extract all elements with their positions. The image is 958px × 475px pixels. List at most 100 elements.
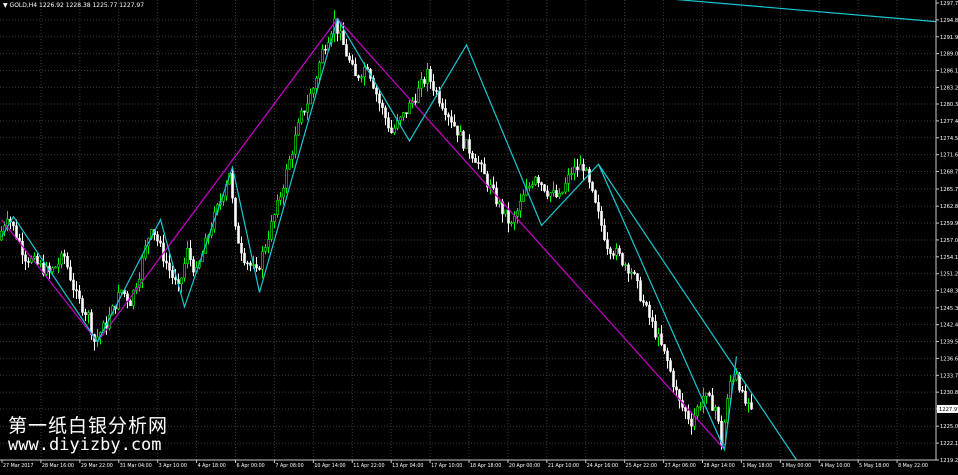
price-tick-label: 1294.80 [940, 18, 958, 24]
candle-body [576, 166, 579, 171]
price-tick-label: 1297.70 [940, 1, 958, 7]
candle-body [318, 62, 321, 79]
candle-body [621, 253, 624, 266]
candle-body [315, 77, 318, 89]
price-tick-label: 1254.10 [940, 255, 958, 261]
candle-body [69, 266, 72, 281]
time-tick-label: 13 Apr 04:00 [392, 463, 423, 469]
candle-body [570, 173, 573, 176]
collapse-triangle-icon[interactable]: ▼ [3, 2, 8, 9]
candle-body [426, 69, 429, 84]
candle-body [279, 196, 282, 201]
chart-canvas[interactable]: 1297.70 1294.80 1291.90 1289.00 1286.10 1283.… [0, 0, 958, 471]
price-chart[interactable]: 1297.70 1294.80 1291.90 1289.00 1286.10 1283.… [0, 0, 958, 471]
candle-body [363, 66, 366, 78]
candle-body [747, 402, 750, 404]
candle-body [672, 370, 675, 388]
candle-body [417, 87, 420, 103]
candle-body [81, 298, 84, 313]
candle-body [657, 333, 660, 338]
candle-body [291, 153, 294, 160]
time-tick-label: 3 Apr 10:00 [159, 463, 187, 469]
candle-body [468, 139, 471, 154]
candle-body [516, 210, 519, 217]
candle-body [531, 184, 534, 187]
candle-body [345, 44, 348, 57]
candle-body [168, 262, 171, 271]
candle-body [360, 76, 363, 79]
price-tick-label: 1277.45 [940, 119, 958, 125]
candle-body [735, 373, 738, 381]
time-tick-label: 18 Apr 18:00 [470, 463, 501, 469]
time-tick-label: 8 May 22:00 [898, 463, 928, 469]
candle-body [603, 225, 606, 241]
candle-body [492, 184, 495, 189]
candle-body [264, 247, 267, 252]
candle-body [15, 225, 18, 239]
candle-body [555, 190, 558, 197]
candle-body [633, 271, 636, 275]
time-tick-label: 21 Apr 10:00 [548, 463, 579, 469]
price-tick-label: 1271.65 [940, 153, 958, 159]
candle-body [399, 116, 402, 121]
candle-body [465, 139, 468, 149]
candle-body [24, 254, 27, 262]
candle-body [711, 395, 714, 411]
candle-body [270, 221, 273, 240]
candle[interactable] [234, 197, 237, 230]
candle-body [432, 81, 435, 91]
candle-body [414, 100, 417, 103]
candle-body [687, 410, 690, 420]
candle-body [456, 125, 459, 136]
candle-body [243, 252, 246, 264]
candle-body [285, 168, 288, 189]
time-tick-label: 4 May 10:00 [820, 463, 850, 469]
candle[interactable] [231, 169, 234, 204]
candle[interactable] [465, 139, 468, 149]
candle[interactable] [621, 252, 624, 267]
candle-body [477, 162, 480, 164]
candle-body [744, 390, 747, 404]
price-tick-label: 1251.20 [940, 272, 958, 278]
time-tick-label: 5 May 18:00 [859, 463, 889, 469]
candle-body [249, 262, 252, 266]
candle-body [510, 222, 513, 224]
candle-body [129, 300, 132, 307]
candle[interactable] [81, 295, 84, 316]
candle[interactable] [594, 189, 597, 204]
candle-body [12, 221, 15, 227]
candle-body [594, 190, 597, 203]
candle[interactable] [462, 129, 465, 152]
candle[interactable] [534, 175, 537, 186]
candle-body [297, 122, 300, 136]
price-tick-label: 1245.35 [940, 306, 958, 312]
price-tick-label: 1248.30 [940, 289, 958, 295]
candle-body [639, 280, 642, 301]
candle-body [183, 263, 186, 279]
candle-body [342, 30, 345, 45]
candle-body [405, 112, 408, 115]
candle[interactable] [591, 181, 594, 193]
candle-body [348, 55, 351, 61]
price-tick-label: 1268.75 [940, 170, 958, 176]
candle-body [351, 59, 354, 65]
current-price-label: 1227.97 [939, 407, 958, 413]
candle-body [561, 191, 564, 194]
candle[interactable] [543, 183, 546, 193]
candle-body [483, 163, 486, 175]
candle-body [660, 333, 663, 345]
candle-body [717, 407, 720, 422]
candle-body [120, 289, 123, 293]
candle-body [708, 392, 711, 396]
candle-body [384, 107, 387, 119]
candle-body [303, 110, 306, 113]
candle-body [573, 166, 576, 174]
candle[interactable] [639, 276, 642, 302]
candle-body [579, 164, 582, 171]
time-tick-label: 7 Apr 08:00 [275, 463, 303, 469]
candle-body [321, 48, 324, 63]
candle-body [186, 248, 189, 264]
candle-body [393, 127, 396, 134]
candle-body [645, 302, 648, 306]
ohlc-quote: 1226.92 1228.38 1225.77 1227.97 [39, 2, 145, 9]
